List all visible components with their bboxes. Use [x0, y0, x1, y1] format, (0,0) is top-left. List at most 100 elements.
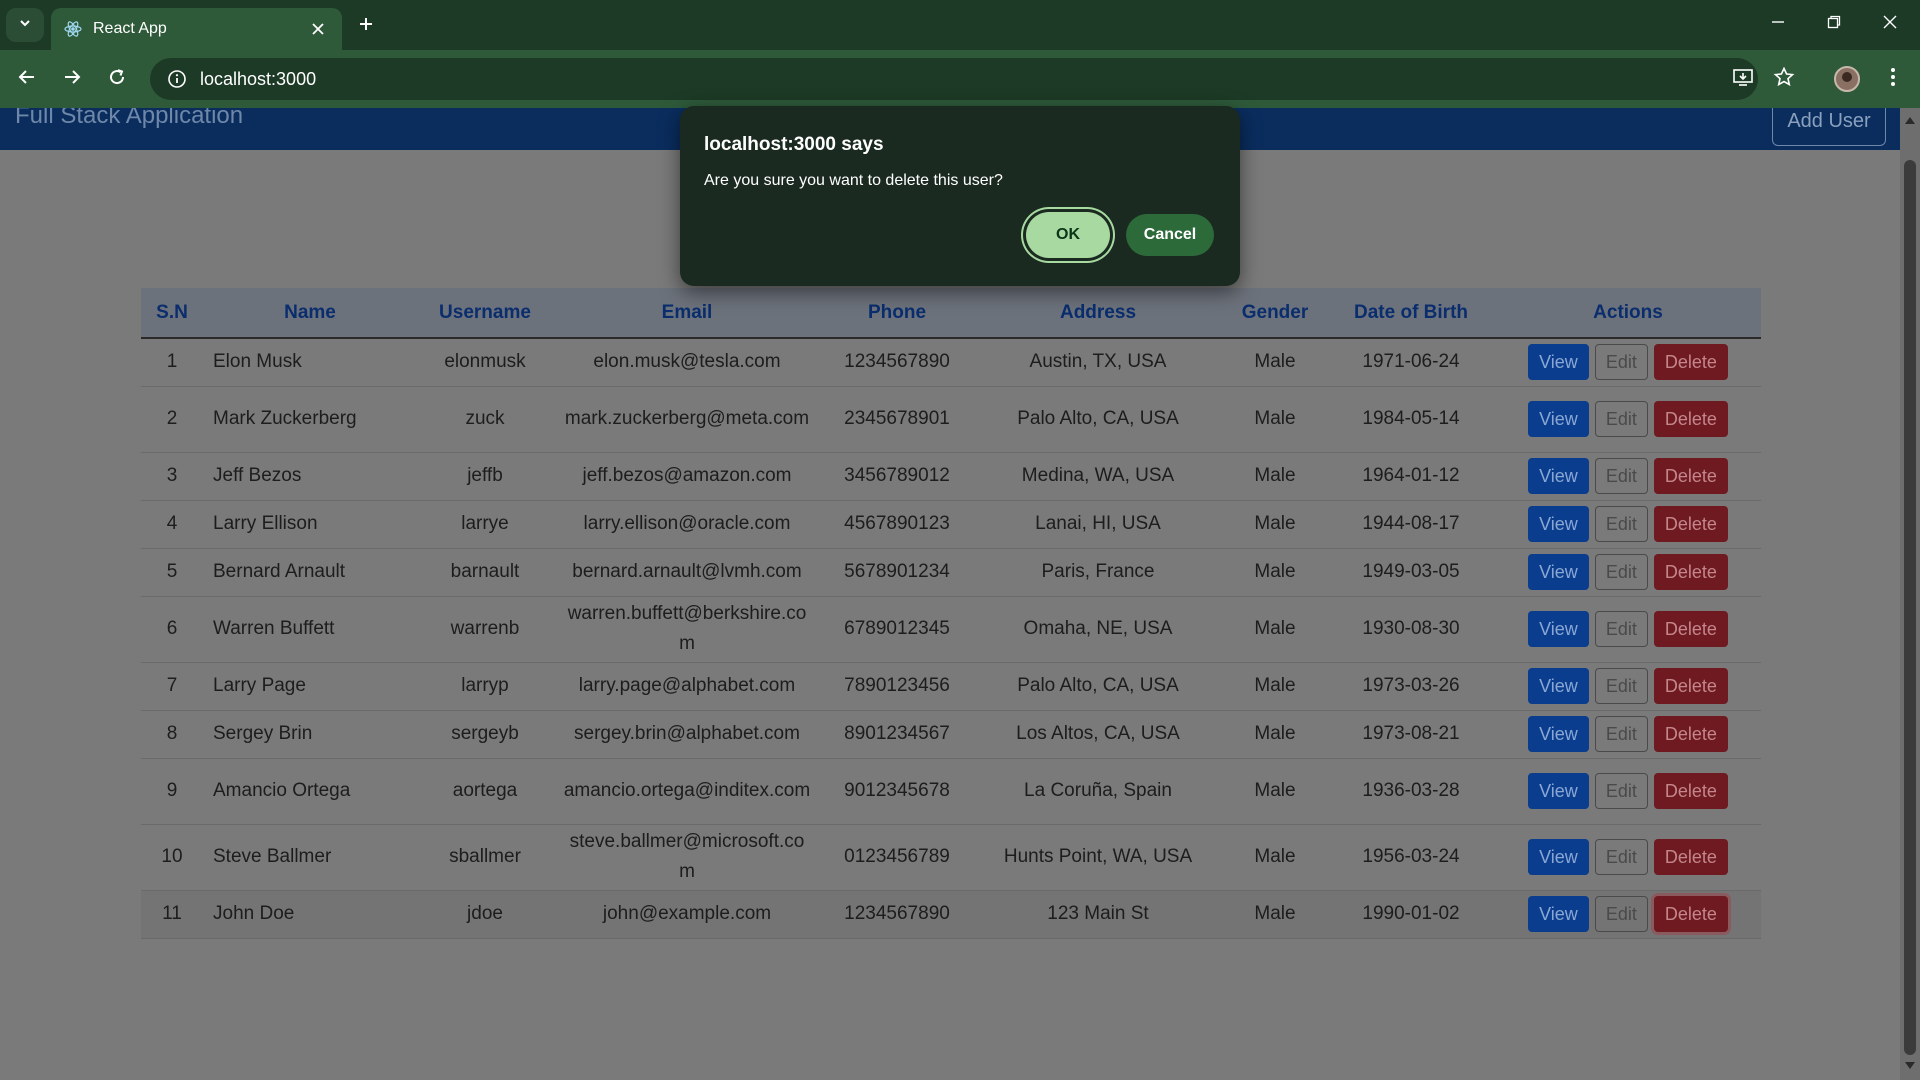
edit-button[interactable]: Edit [1594, 611, 1648, 647]
delete-button[interactable]: Delete [1653, 896, 1728, 932]
edit-button[interactable]: Edit [1594, 668, 1648, 704]
cell-sn: 2 [141, 386, 203, 453]
cell-actions: View Edit Delete [1495, 452, 1761, 501]
edit-button[interactable]: Edit [1594, 716, 1648, 752]
cell-dob: 1984-05-14 [1327, 386, 1495, 453]
cell-sn: 3 [141, 452, 203, 501]
minimize-button[interactable] [1756, 8, 1800, 40]
cell-username: jeffb [417, 452, 553, 501]
delete-button[interactable]: Delete [1653, 401, 1728, 437]
cell-phone: 4567890123 [821, 500, 973, 549]
cell-username: elonmusk [417, 338, 553, 387]
edit-button[interactable]: Edit [1594, 896, 1648, 932]
cell-email: elon.musk@tesla.com [553, 338, 821, 387]
view-button[interactable]: View [1528, 401, 1589, 437]
cell-dob: 1949-03-05 [1327, 548, 1495, 597]
cell-address: Paris, France [973, 548, 1223, 597]
new-tab-button[interactable] [352, 12, 380, 40]
confirm-dialog: localhost:3000 says Are you sure you wan… [680, 106, 1240, 286]
view-button[interactable]: View [1528, 839, 1589, 875]
view-button[interactable]: View [1528, 458, 1589, 494]
cell-gender: Male [1223, 824, 1327, 891]
cell-phone: 3456789012 [821, 452, 973, 501]
delete-button[interactable]: Delete [1653, 344, 1728, 381]
cancel-button[interactable]: Cancel [1126, 214, 1214, 256]
cell-phone: 1234567890 [821, 890, 973, 939]
browser-menu-button[interactable] [1876, 62, 1910, 96]
scroll-up-arrow-icon[interactable] [1900, 112, 1920, 128]
app-title[interactable]: Full Stack Application [15, 108, 243, 130]
react-logo-icon [63, 19, 83, 39]
cell-email: bernard.arnault@lvmh.com [553, 548, 821, 597]
view-button[interactable]: View [1528, 611, 1589, 647]
header-gender: Gender [1223, 288, 1327, 339]
edit-button[interactable]: Edit [1594, 506, 1648, 542]
cell-gender: Male [1223, 386, 1327, 453]
forward-button[interactable] [55, 62, 89, 96]
delete-button[interactable]: Delete [1653, 839, 1728, 875]
tab-search-button[interactable] [6, 8, 44, 42]
cell-sn: 8 [141, 710, 203, 759]
restore-button[interactable] [1812, 8, 1856, 40]
cell-gender: Male [1223, 452, 1327, 501]
cell-gender: Male [1223, 662, 1327, 711]
cell-username: larryp [417, 662, 553, 711]
add-user-button[interactable]: Add User [1772, 108, 1886, 146]
view-button[interactable]: View [1528, 668, 1589, 704]
view-button[interactable]: View [1528, 344, 1589, 381]
ok-button[interactable]: OK [1026, 212, 1110, 258]
cell-address: Palo Alto, CA, USA [973, 662, 1223, 711]
cell-dob: 1936-03-28 [1327, 758, 1495, 825]
cell-username: sergeyb [417, 710, 553, 759]
view-button[interactable]: View [1528, 896, 1589, 932]
scroll-down-arrow-icon[interactable] [1900, 1058, 1920, 1074]
back-button[interactable] [10, 62, 44, 96]
edit-button[interactable]: Edit [1594, 773, 1648, 809]
address-bar[interactable]: localhost:3000 [150, 58, 1758, 100]
cell-phone: 5678901234 [821, 548, 973, 597]
profile-button[interactable] [1830, 62, 1864, 96]
delete-button[interactable]: Delete [1653, 458, 1728, 494]
delete-button[interactable]: Delete [1653, 611, 1728, 647]
scrollbar-thumb[interactable] [1904, 160, 1916, 1055]
table-header-row: S.N Name Username Email Phone Address Ge… [141, 288, 1761, 339]
cell-sn: 6 [141, 596, 203, 663]
cell-phone: 7890123456 [821, 662, 973, 711]
site-info-icon[interactable] [166, 68, 188, 90]
bookmark-button[interactable] [1767, 62, 1801, 96]
install-app-button[interactable] [1726, 62, 1760, 96]
edit-button[interactable]: Edit [1594, 401, 1648, 437]
delete-button[interactable]: Delete [1653, 668, 1728, 704]
edit-button[interactable]: Edit [1594, 458, 1648, 494]
view-button[interactable]: View [1528, 716, 1589, 752]
view-button[interactable]: View [1528, 554, 1589, 590]
cell-name: Elon Musk [203, 338, 417, 387]
edit-button[interactable]: Edit [1594, 839, 1648, 875]
delete-button[interactable]: Delete [1653, 773, 1728, 809]
browser-tab[interactable]: React App [51, 8, 342, 50]
close-window-button[interactable] [1868, 8, 1912, 40]
cell-sn: 10 [141, 824, 203, 891]
edit-button[interactable]: Edit [1594, 344, 1648, 381]
delete-button[interactable]: Delete [1653, 554, 1728, 590]
delete-button[interactable]: Delete [1653, 716, 1728, 752]
browser-toolbar: localhost:3000 [0, 50, 1920, 108]
users-table: S.N Name Username Email Phone Address Ge… [141, 288, 1761, 939]
edit-button[interactable]: Edit [1594, 554, 1648, 590]
table-row: 8 Sergey Brin sergeyb sergey.brin@alphabet.… [141, 710, 1761, 759]
plus-icon [358, 16, 374, 37]
cell-name: Bernard Arnault [203, 548, 417, 597]
view-button[interactable]: View [1528, 773, 1589, 809]
url-text: localhost:3000 [200, 68, 317, 89]
cell-username: warrenb [417, 596, 553, 663]
reload-button[interactable] [100, 62, 134, 96]
view-button[interactable]: View [1528, 506, 1589, 542]
table-row: 3 Jeff Bezos jeffb jeff.bezos@amazon.com 345… [141, 452, 1761, 501]
close-tab-icon[interactable] [306, 17, 330, 41]
cell-dob: 1964-01-12 [1327, 452, 1495, 501]
cell-email: larry.page@alphabet.com [553, 662, 821, 711]
cell-address: Palo Alto, CA, USA [973, 386, 1223, 453]
table-row: 6 Warren Buffett warrenb warren.buffett@ber… [141, 596, 1761, 663]
delete-button[interactable]: Delete [1653, 506, 1728, 542]
install-icon [1732, 66, 1754, 93]
